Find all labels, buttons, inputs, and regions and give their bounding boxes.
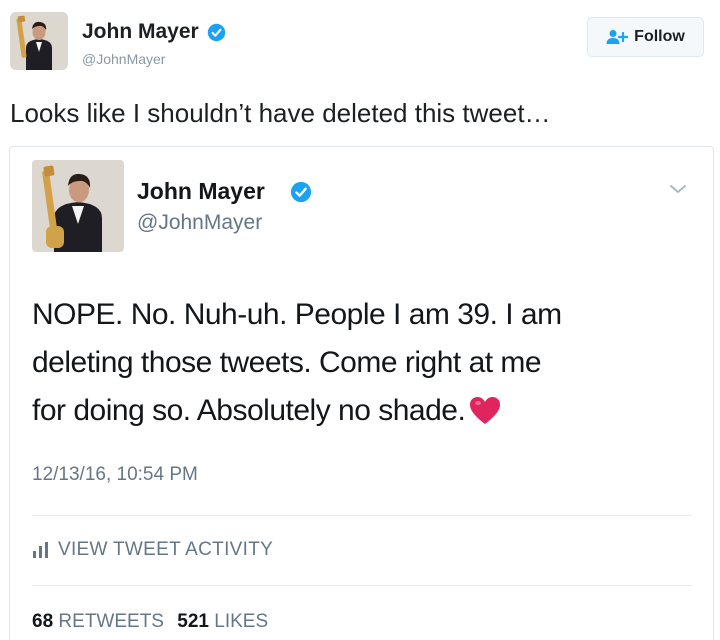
- likes-count: 521: [177, 611, 209, 632]
- tweet-screenshot: John Mayer @JohnMayer Follow Looks like …: [0, 0, 720, 640]
- verified-badge-icon: [207, 23, 226, 42]
- retweets-stat[interactable]: 68 RETWEETS: [32, 609, 164, 635]
- outer-display-name[interactable]: John Mayer: [82, 20, 199, 44]
- avatar-image-icon: [32, 160, 124, 252]
- retweets-count: 68: [32, 611, 54, 632]
- tweet-timestamp[interactable]: 12/13/16, 10:54 PM: [32, 463, 198, 487]
- heart-icon: [470, 397, 501, 424]
- view-tweet-activity-label: VIEW TWEET ACTIVITY: [58, 539, 274, 560]
- divider: [32, 585, 692, 586]
- tweet-text-line-end: for doing so. Absolutely no shade.: [32, 394, 466, 427]
- avatar-image-icon: [10, 12, 68, 70]
- tweet-text-line: deleting those tweets. Come right at me: [32, 346, 542, 379]
- likes-stat[interactable]: 521 LIKES: [177, 609, 268, 635]
- quoted-handle[interactable]: @JohnMayer: [137, 210, 262, 236]
- follow-label: Follow: [634, 28, 685, 45]
- quoted-display-name[interactable]: John Mayer: [137, 177, 265, 205]
- tweet-text-line: for doing so. Absolutely no shade.: [32, 387, 692, 435]
- outer-tweet-text: Looks like I shouldn’t have deleted this…: [10, 98, 551, 128]
- likes-label: LIKES: [214, 611, 269, 632]
- verified-badge-icon: [290, 181, 312, 203]
- retweets-label: RETWEETS: [58, 611, 164, 632]
- add-user-icon: [606, 30, 629, 44]
- outer-avatar[interactable]: [10, 12, 68, 70]
- outer-handle[interactable]: @JohnMayer: [82, 50, 165, 68]
- tweet-text-line: NOPE. No. Nuh-uh. People I am 39. I am: [32, 298, 562, 331]
- tweet-stats: 68 RETWEETS 521 LIKES: [32, 609, 276, 635]
- quoted-tweet-card[interactable]: John Mayer @JohnMayer NOPE. No. Nuh-uh. …: [9, 146, 714, 640]
- quoted-avatar[interactable]: [32, 160, 124, 252]
- bar-chart-icon: [33, 542, 48, 558]
- follow-button[interactable]: Follow: [587, 17, 704, 57]
- chevron-down-icon[interactable]: [666, 177, 690, 201]
- divider: [32, 515, 692, 516]
- quoted-tweet-text: NOPE. No. Nuh-uh. People I am 39. I am d…: [32, 291, 692, 435]
- view-tweet-activity-link[interactable]: VIEW TWEET ACTIVITY: [32, 537, 273, 563]
